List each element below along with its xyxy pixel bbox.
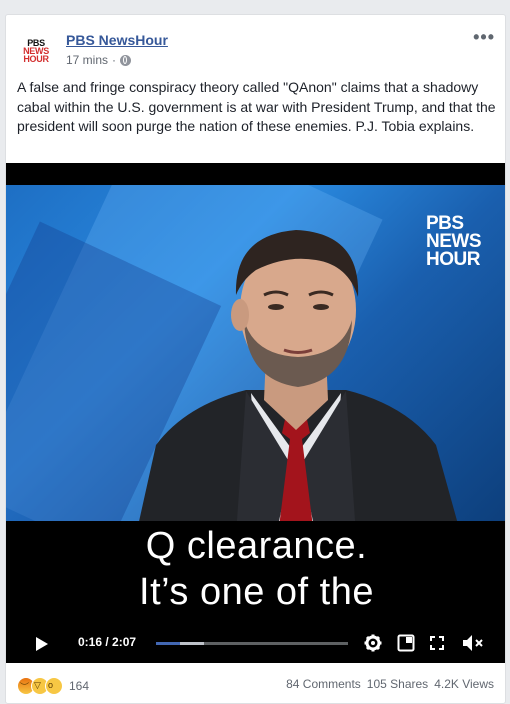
miniplayer-icon[interactable] [397,634,415,652]
pbs-newshour-watermark: PBS NEWS HOUR [426,214,482,270]
speaker-image [139,230,458,521]
time-display: 0:16 / 2:07 [78,635,137,649]
play-icon[interactable] [35,636,49,652]
post-stats: 84 Comments 105 Shares 4.2K Views [286,677,494,691]
video-controls: 0:16 / 2:07 [6,623,505,663]
page-name-link[interactable]: PBS NewsHour [66,32,168,48]
bug-line-3: HOUR [426,249,480,270]
post-timestamp[interactable]: 17 mins [66,53,108,67]
video-caption: Q clearance. It’s one of the [6,523,505,615]
caption-line-1: Q clearance. [145,525,368,567]
post-text: A false and fringe conspiracy theory cal… [17,79,496,134]
logo-line-3: HOUR [23,54,49,64]
post-footer: ︶ ▽ o 164 84 Comments 105 Shares 4.2K Vi… [6,670,505,700]
video-frame: PBS NEWS HOUR [6,185,505,521]
views-count: 4.2K Views [434,677,494,691]
globe-icon[interactable] [120,54,132,66]
settings-gear-icon[interactable] [364,634,382,652]
played-bar [156,642,181,645]
reactions-summary[interactable]: ︶ ▽ o 164 [17,677,89,695]
wow-icon: o [45,677,63,695]
buffered-bar [180,642,204,645]
page-avatar[interactable]: PBS NEWS HOUR [17,32,55,70]
comments-link[interactable]: 84 Comments [286,677,361,691]
post-meta: 17 mins · [66,53,132,67]
more-options-icon[interactable]: ••• [473,27,495,48]
post-card: PBS NEWS HOUR PBS NewsHour 17 mins · •••… [5,14,506,704]
caption-line-2: It’s one of the [139,571,374,613]
meta-separator: · [112,53,117,67]
volume-muted-icon[interactable] [462,634,484,652]
shares-link[interactable]: 105 Shares [367,677,428,691]
post-header: PBS NEWS HOUR PBS NewsHour 17 mins · ••• [6,15,505,71]
reaction-count: 164 [69,679,90,693]
progress-bar[interactable] [156,642,348,645]
video-player[interactable]: PBS NEWS HOUR Q clearance. It’s one of t… [6,163,505,663]
fullscreen-icon[interactable] [430,636,444,650]
